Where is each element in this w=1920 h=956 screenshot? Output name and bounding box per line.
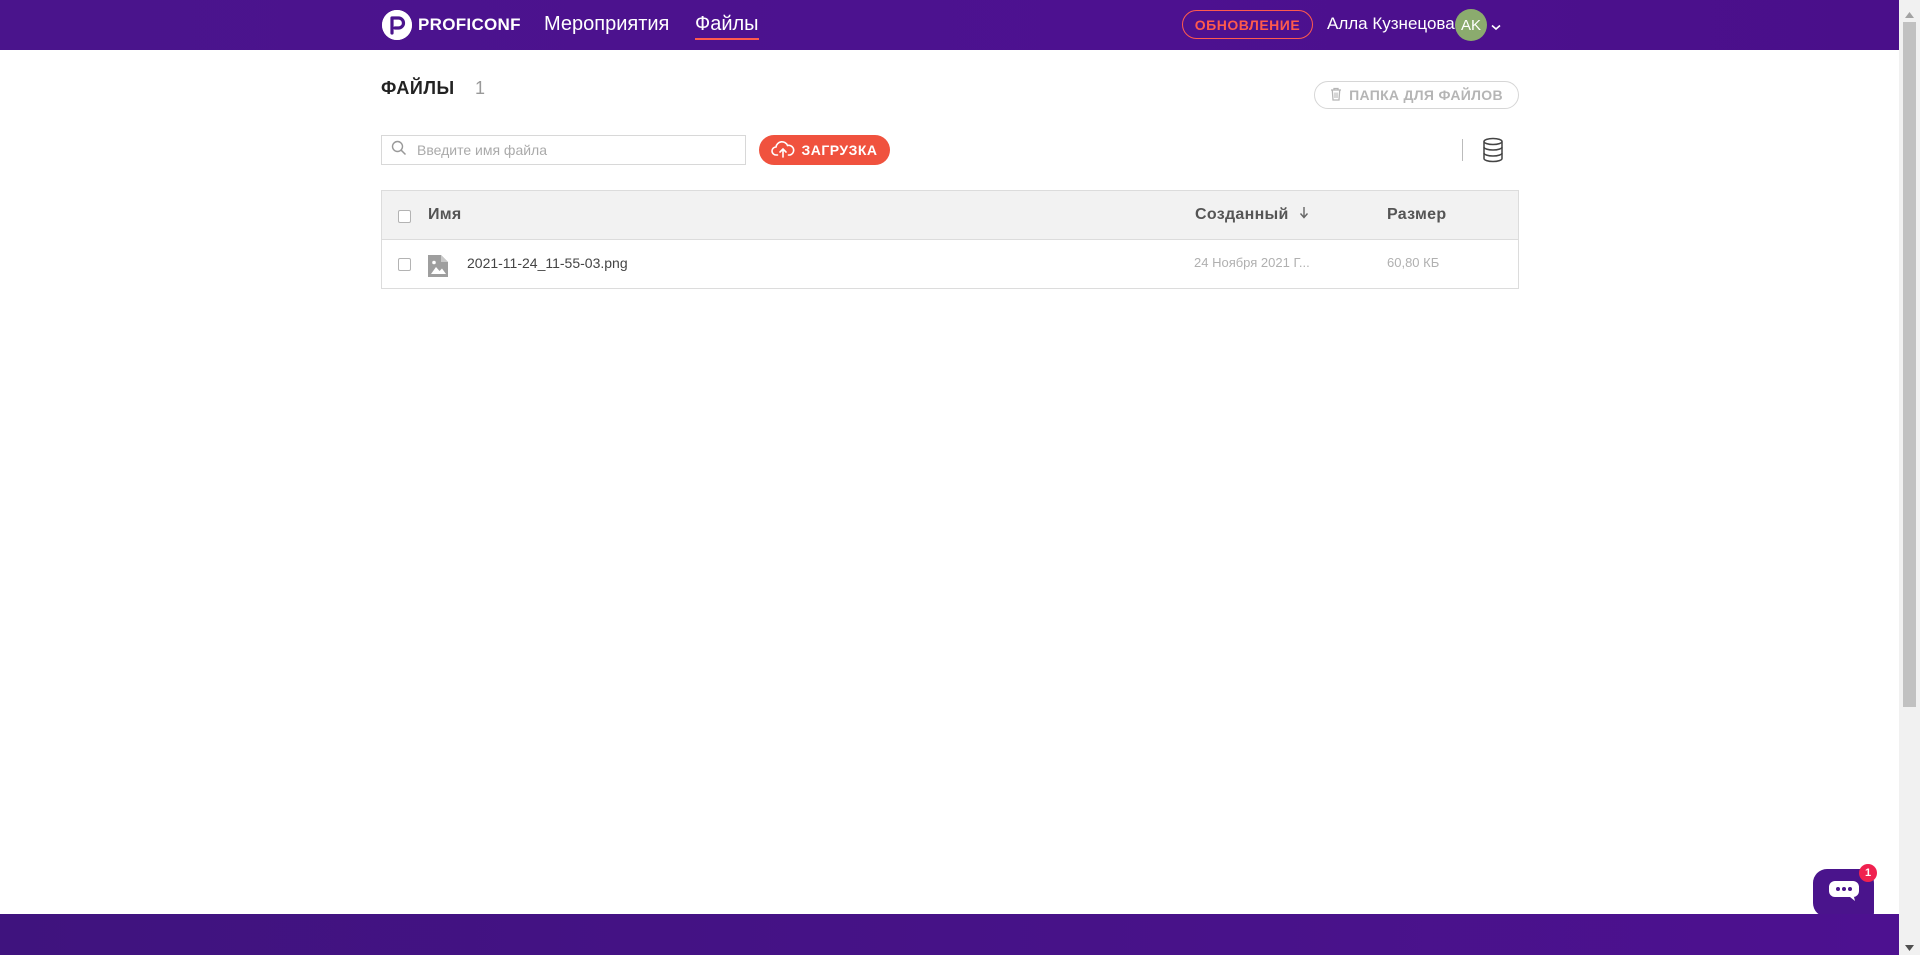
table-row[interactable]: 2021-11-24_11-55-03.png 24 Ноября 2021 Г… <box>382 240 1518 288</box>
file-folder-label: ПАПКА ДЛЯ ФАЙЛОВ <box>1349 87 1503 103</box>
cloud-upload-icon <box>771 140 795 161</box>
scroll-up-arrow-icon[interactable] <box>1905 5 1914 23</box>
chat-icon <box>1828 880 1860 907</box>
file-size: 60,80 КБ <box>1387 255 1440 270</box>
select-all-checkbox[interactable] <box>398 210 411 223</box>
page-title: ФАЙЛЫ <box>381 78 455 98</box>
row-checkbox[interactable] <box>398 258 411 271</box>
table-header: Имя Созданный Размер <box>382 191 1518 240</box>
file-name[interactable]: 2021-11-24_11-55-03.png <box>467 255 628 271</box>
trash-icon <box>1330 87 1342 104</box>
search-box <box>381 135 746 165</box>
search-icon <box>391 140 407 161</box>
file-count: 1 <box>475 78 486 98</box>
column-header-created[interactable]: Созданный <box>1195 206 1309 224</box>
toolbar-divider <box>1462 139 1463 161</box>
top-navbar: PROFICONF Мероприятия Файлы ОБНОВЛЕНИЕ А… <box>0 0 1899 50</box>
chat-notification-badge: 1 <box>1859 864 1877 882</box>
upload-button[interactable]: ЗАГРУЗКА <box>759 135 890 165</box>
file-created-date: 24 Ноября 2021 Г... <box>1194 255 1310 270</box>
scroll-down-arrow-icon[interactable] <box>1905 938 1914 956</box>
proficonf-logo[interactable]: PROFICONF <box>382 10 521 40</box>
nav-link-files[interactable]: Файлы <box>695 13 759 40</box>
logo-text: PROFICONF <box>418 15 521 34</box>
avatar[interactable]: AK <box>1455 9 1487 41</box>
upload-label: ЗАГРУЗКА <box>801 142 878 158</box>
files-table: Имя Созданный Размер 2021-11-24_11-55-03… <box>381 190 1519 289</box>
file-folder-button[interactable]: ПАПКА ДЛЯ ФАЙЛОВ <box>1314 81 1519 109</box>
column-header-created-label: Созданный <box>1195 206 1289 223</box>
user-name[interactable]: Алла Кузнецова <box>1327 14 1455 34</box>
column-header-size[interactable]: Размер <box>1387 206 1446 224</box>
scrollbar-thumb[interactable] <box>1903 22 1916 707</box>
nav-link-events[interactable]: Мероприятия <box>544 13 669 36</box>
search-input[interactable] <box>415 141 719 159</box>
logo-icon <box>382 10 412 40</box>
footer <box>0 914 1899 955</box>
database-icon[interactable] <box>1482 137 1504 168</box>
update-button[interactable]: ОБНОВЛЕНИЕ <box>1182 10 1313 39</box>
column-header-name[interactable]: Имя <box>428 206 462 224</box>
chevron-down-icon[interactable] <box>1491 18 1501 36</box>
image-file-icon <box>427 254 449 283</box>
sort-down-icon <box>1299 206 1309 224</box>
